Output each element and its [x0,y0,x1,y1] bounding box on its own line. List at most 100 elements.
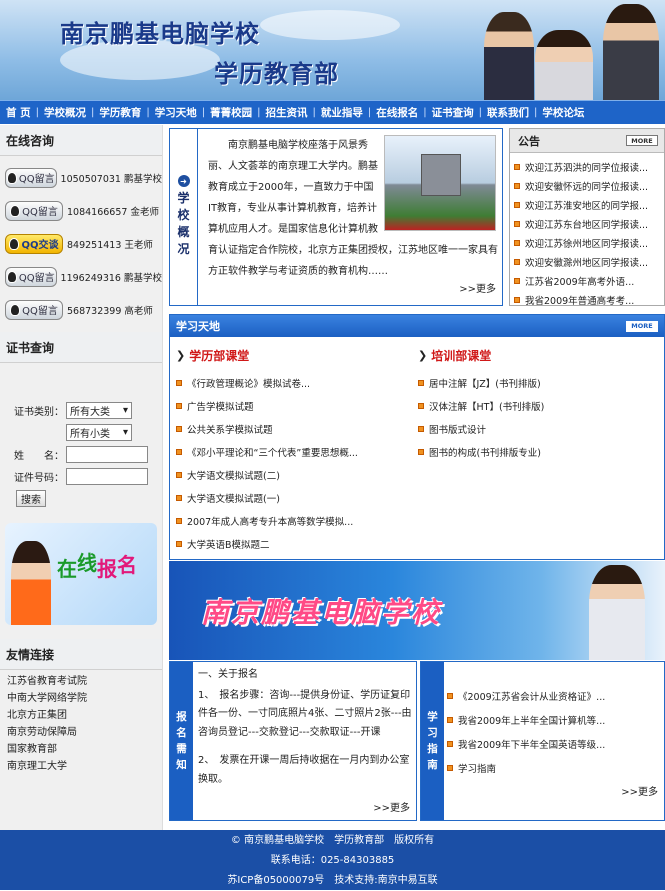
qq-contact-row: QQ交谈 849251413 王老师 [0,227,162,260]
qq-contact-text: 1196249316 鹏基学校 [60,272,162,284]
guide-more-link[interactable]: >>更多 [621,783,658,798]
notice-more-button[interactable]: MORE [626,135,658,146]
notice-item[interactable]: 欢迎安徽滁州地区同学报读... [514,252,664,271]
qq-contact-row: QQ留言 568732399 高老师 [0,293,162,326]
qq-contact-text: 1050507031 鹏基学校 [60,173,162,185]
online-signup-banner[interactable]: 在线报名 [5,523,157,625]
nav-separator: | [534,107,538,118]
qq-button[interactable]: QQ留言 [5,167,57,188]
list-item[interactable]: 居中注解【JZ】(书刊排版) [418,371,544,394]
bullet-icon [418,448,424,455]
list-item[interactable]: 大学语文模拟试题(二) [176,463,358,486]
cert-query-form: 证书类别： 所有大类 ▾ 所有小类 ▾ 姓 名： 证件号码： 搜索 [0,363,162,507]
cert-type-select[interactable]: 所有大类 ▾ [66,401,132,419]
signup-char: 报 [97,557,117,581]
friend-link[interactable]: 南京理工大学 [7,758,87,775]
nav-item[interactable]: 菁菁校园 [210,105,252,120]
friend-link[interactable]: 国家教育部 [7,741,87,758]
notice-item[interactable]: 我省2009年普通高考考... [514,290,664,309]
nav-item[interactable]: 首 页 [6,105,31,120]
notice-item[interactable]: 欢迎江苏东台地区同学报读... [514,214,664,233]
header-banner: 南京鹏基电脑学校 学历教育部 [0,0,665,100]
chevron-right-icon: ❯ [418,349,428,362]
bullet-icon [447,717,453,723]
list-item[interactable]: 《邓小平理论和“三个代表”重要思想概... [176,440,358,463]
intro-more-link[interactable]: >>更多 [459,280,496,295]
school-intro-panel: ➜ 学校概况 南京鹏基电脑学校座落于风景秀丽、人文荟萃的南京理工大学内。鹏基教育… [169,128,503,306]
nav-separator: | [257,107,261,118]
notice-item[interactable]: 欢迎江苏淮安地区的同学报... [514,195,664,214]
notice-item-text: 欢迎安徽怀远的同学位报读... [525,181,649,193]
list-item[interactable]: 大学英语B模拟题二 [176,532,358,555]
list-item[interactable]: 我省2009年上半年全国计算机等... [447,708,605,732]
training-class-column: ❯ 培训部课堂 居中注解【JZ】(书刊排版) 汉体注解【HT】(书刊排版) 图书版式设… [418,347,544,463]
study-more-button[interactable]: MORE [626,320,658,332]
notice-item[interactable]: 欢迎江苏徐州地区同学报读... [514,233,664,252]
nav-item[interactable]: 在线报名 [376,105,418,120]
list-item[interactable]: 大学语文模拟试题(一) [176,486,358,509]
list-item[interactable]: 汉体注解【HT】(书刊排版) [418,394,544,417]
nav-item[interactable]: 就业指导 [321,105,363,120]
bullet-icon [514,182,520,189]
list-item-text: 大学语文模拟试题(二) [187,470,280,482]
friend-link[interactable]: 南京劳动保障局 [7,724,87,741]
cert-subtype-value: 所有小类 [70,428,110,440]
notice-item[interactable]: 欢迎江苏泗洪的同学位报读... [514,157,664,176]
nav-item[interactable]: 学历教育 [99,105,141,120]
list-item-text: 我省2009年上半年全国计算机等... [458,716,606,727]
notice-item-text: 欢迎江苏淮安地区的同学报... [525,200,649,212]
notice-item[interactable]: 欢迎安徽怀远的同学位报读... [514,176,664,195]
list-item[interactable]: 我省2009年下半年全国英语等级... [447,732,605,756]
list-item[interactable]: 图书的构成(书刊排版专业) [418,440,544,463]
qq-button-label: QQ交谈 [21,240,59,251]
training-class-title: 培训部课堂 [431,349,492,363]
nav-item[interactable]: 学校论坛 [542,105,584,120]
qq-button[interactable]: QQ留言 [5,299,63,320]
id-number-input[interactable] [66,467,148,485]
bullet-icon [514,296,520,303]
list-item[interactable]: 公共关系学模拟试题 [176,417,358,440]
vertical-title-char: 学 [177,191,190,205]
bullet-icon [176,379,182,386]
registration-more-link[interactable]: >>更多 [373,799,410,814]
list-item[interactable]: 学习指南 [447,756,605,780]
list-item[interactable]: 《行政管理概论》模拟试卷... [176,371,358,394]
list-item[interactable]: 广告学模拟试题 [176,394,358,417]
list-item[interactable]: 图书版式设计 [418,417,544,440]
qq-button[interactable]: QQ留言 [5,200,63,221]
nav-item[interactable]: 学习天地 [155,105,197,120]
list-item-text: 2007年成人高考专升本高等数学模拟... [187,516,354,528]
vertical-title-char: 指 [427,743,438,755]
friend-link[interactable]: 北京方正集团 [7,707,87,724]
search-button[interactable]: 搜索 [16,490,46,507]
notice-item[interactable]: 江苏省2009年高考外语... [514,271,664,290]
study-title: 学习天地 [176,320,220,333]
name-input[interactable] [66,445,148,463]
list-item[interactable]: 《2009江苏省会计从业资格证》... [447,684,605,708]
main-nav: 首 页 | 学校概况 | 学历教育 | 学习天地 | 菁菁校园 | 招生资讯 | 就业指导 | 在线报名 | 证… [0,100,665,124]
list-item-text: 图书版式设计 [429,424,487,436]
study-panel: 学习天地 MORE ❯ 学历部课堂 《行政管理概论》模拟试卷... 广告学模拟试题公… [169,314,665,560]
list-item[interactable]: 2007年成人高考专升本高等数学模拟... [176,509,358,532]
bullet-icon [418,379,424,386]
nav-item[interactable]: 证书查询 [432,105,474,120]
notice-list: 欢迎江苏泗洪的同学位报读... 欢迎安徽怀远的同学位报读... 欢迎江苏淮安地区的同… [510,153,664,309]
nav-item[interactable]: 招生资讯 [266,105,308,120]
list-item-text: 我省2009年下半年全国英语等级... [458,740,606,751]
bullet-icon [514,239,520,246]
friend-link[interactable]: 中南大学网络学院 [7,690,87,707]
list-item-text: 汉体注解【HT】(书刊排版) [429,401,545,413]
friend-link[interactable]: 江苏省教育考试院 [7,673,87,690]
school-banner: 南京鹏基电脑学校 [169,561,665,660]
list-item-text: 学习指南 [458,764,497,775]
cert-subtype-select[interactable]: 所有小类 ▾ [66,423,132,441]
list-item-text: 广告学模拟试题 [187,401,254,413]
qq-button[interactable]: QQ交谈 [5,233,63,254]
cloud-decoration [260,10,400,40]
nav-item[interactable]: 学校概况 [44,105,86,120]
nav-item[interactable]: 联系我们 [487,105,529,120]
qq-penguin-icon [10,204,21,217]
nav-separator: | [201,107,206,118]
qq-button[interactable]: QQ留言 [5,266,57,287]
notice-item-text: 江苏省2009年高考外语... [525,276,635,288]
